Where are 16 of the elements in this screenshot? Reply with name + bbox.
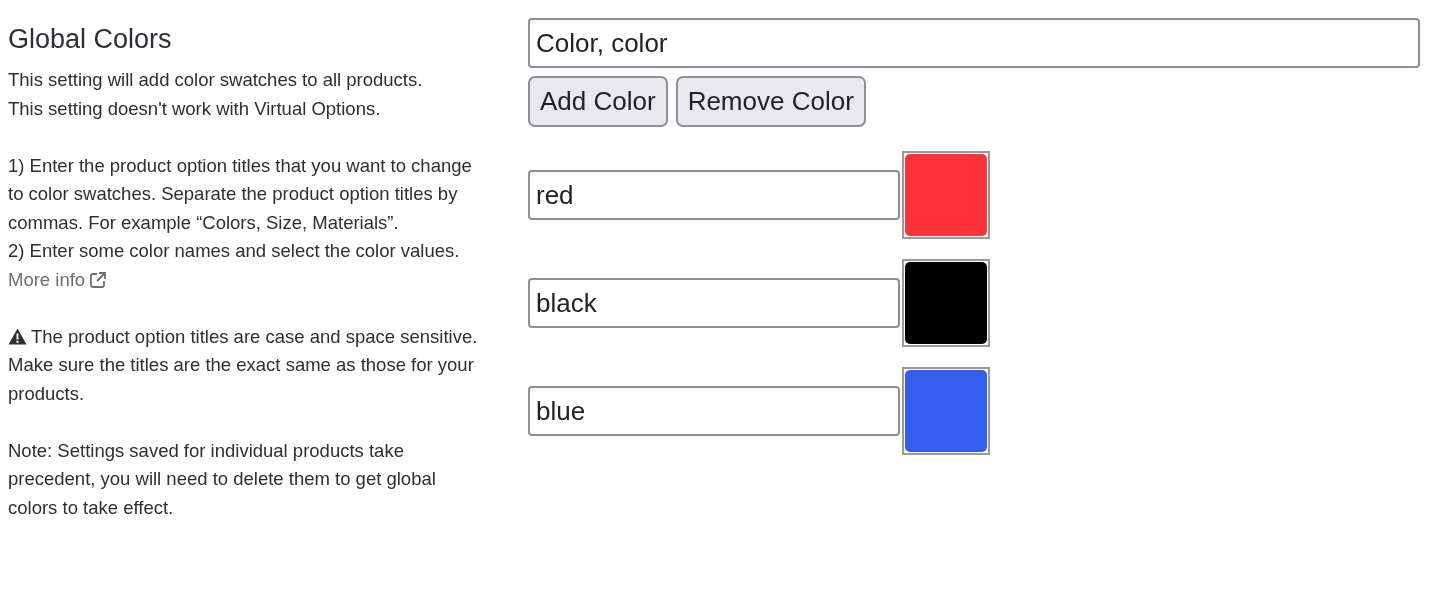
- instruction-text: 2) Enter some color names and select the color values.: [8, 239, 461, 263]
- warning-icon: [8, 327, 27, 345]
- color-action-button[interactable]: Add Color: [528, 76, 668, 127]
- description-text: This setting will add color swatches to all products.: [8, 68, 424, 92]
- instruction-text: 1) Enter the product option titles that you want to change to color swatches. Separate the product option titles by commas. For example “Colors, Size, Materials”.: [8, 153, 473, 235]
- note-text: Note: Settings saved for individual products take precedent, you will need to delete them to get global colors to take effect.: [8, 438, 437, 520]
- color-action-button[interactable]: Remove Color: [675, 76, 866, 127]
- external-link-icon: [89, 270, 108, 289]
- color-name-field[interactable]: blue: [528, 386, 900, 436]
- description-text: This setting doesn't work with Virtual Options.: [8, 96, 382, 121]
- more-info-link[interactable]: More info: [8, 265, 108, 294]
- section-title: Global Colors: [8, 23, 173, 56]
- warning-text: The product option titles are case and space sensitive. Make sure the titles are the exact same as those for your products.: [8, 324, 479, 406]
- color-name-field[interactable]: black: [528, 278, 900, 328]
- option-titles-field[interactable]: Color, color: [528, 18, 1420, 68]
- color-name-field[interactable]: red: [528, 170, 900, 220]
